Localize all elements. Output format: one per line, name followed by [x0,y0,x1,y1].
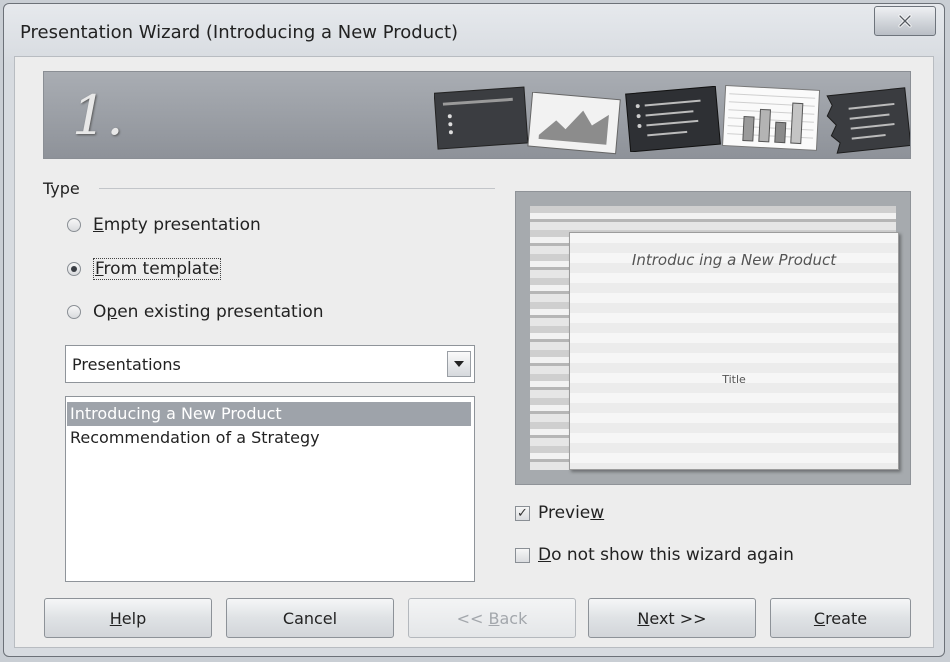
radio-button-indicator[interactable] [67,305,81,319]
close-button[interactable] [874,6,936,36]
template-listbox[interactable]: Introducing a New Product Recommendation… [65,396,475,582]
checkbox-indicator-checked[interactable]: ✓ [515,505,530,521]
type-group-label: Type [43,179,80,198]
preview-checkbox[interactable]: ✓ Preview [515,503,604,523]
back-button-label: << Back [456,608,528,628]
slide-thumbnail-torn-icon [826,87,910,154]
next-button-label: Next >> [637,608,707,628]
next-button[interactable]: Next >> [588,598,756,638]
wizard-banner: 1. [43,71,911,159]
list-item[interactable]: Recommendation of a Strategy [67,426,471,450]
dont-show-again-checkbox[interactable]: Do not show this wizard again [515,545,794,565]
radio-empty-label: Empty presentation [93,215,261,235]
checkbox-indicator[interactable] [515,547,530,563]
slide-thumbnail-bullets-icon [625,86,721,152]
chevron-down-icon [454,361,464,367]
create-button-label: Create [813,608,868,628]
back-button[interactable]: << Back [408,598,576,638]
list-item[interactable]: Introducing a New Product [67,402,471,426]
radio-empty-presentation[interactable]: Empty presentation [67,215,261,235]
help-button[interactable]: Help [44,598,212,638]
slide-preview-title: Introduc ing a New Product [631,251,837,269]
title-bar[interactable]: Presentation Wizard (Introducing a New P… [4,4,944,60]
cancel-button[interactable]: Cancel [226,598,394,638]
radio-from-template[interactable]: From template [67,258,222,280]
slide-thumbnail-list-icon [434,86,529,150]
help-button-label: Help [109,608,147,628]
dont-show-again-label: Do not show this wizard again [538,545,794,565]
create-button[interactable]: Create [770,598,911,638]
close-icon [898,14,912,28]
template-category-value: Presentations [72,355,181,374]
presentation-wizard-window: Presentation Wizard (Introducing a New P… [3,3,945,657]
cancel-button-label: Cancel [282,608,338,628]
step-number: 1. [72,84,124,147]
slide-thumbnail-barchart-icon [722,85,821,151]
preview-checkbox-label: Preview [538,503,605,523]
slide-preview-background: Introduc ing a New Product Title [530,206,899,470]
slide-preview-subtitle: Title [722,373,746,386]
radio-button-indicator-checked[interactable] [67,262,81,276]
slide-thumbnail-chart-icon [527,92,621,155]
dropdown-button[interactable] [447,351,471,377]
wizard-client-area: 1. Type Empty presentation From template… [14,56,934,648]
radio-open-label: Open existing presentation [93,302,324,322]
radio-open-existing[interactable]: Open existing presentation [67,302,324,322]
template-category-select[interactable]: Presentations [65,345,475,383]
type-group-divider [99,188,495,189]
slide-preview-card: Introduc ing a New Product Title [569,232,899,470]
radio-button-indicator[interactable] [67,218,81,232]
window-title: Presentation Wizard (Introducing a New P… [20,22,459,43]
radio-template-label: From template [93,258,222,280]
template-preview-panel: Introduc ing a New Product Title [515,191,911,485]
